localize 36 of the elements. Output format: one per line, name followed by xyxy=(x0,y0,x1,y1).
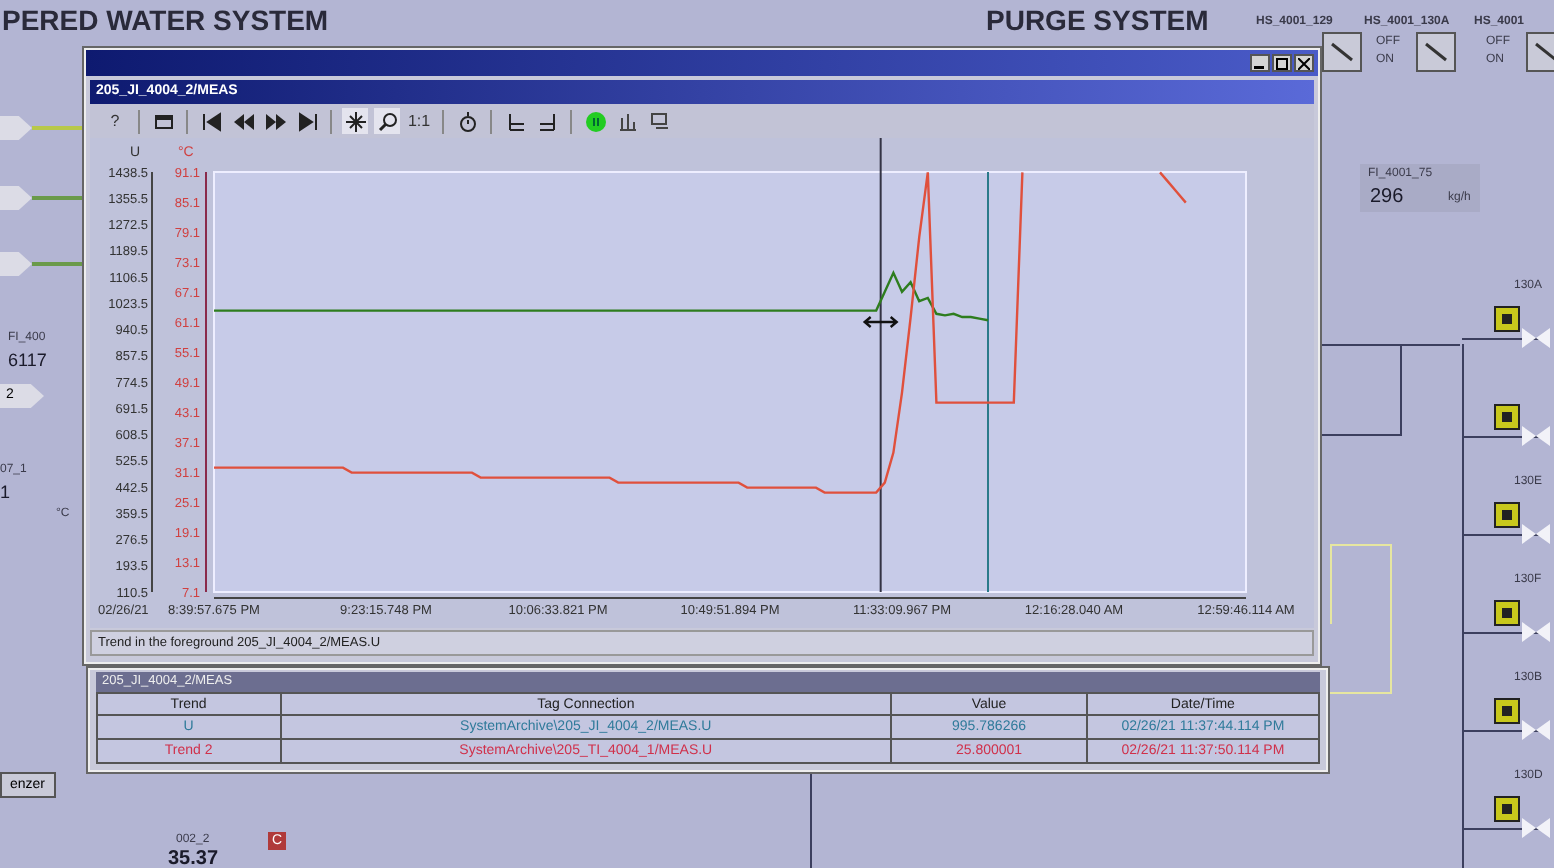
close-icon xyxy=(1298,57,1310,69)
rewind-icon[interactable] xyxy=(230,108,256,134)
toggle-switch[interactable] xyxy=(1416,32,1456,72)
lock-icon[interactable] xyxy=(1494,698,1520,724)
temp-value: 1 xyxy=(0,482,11,502)
maximize-button[interactable] xyxy=(1272,54,1292,72)
ruler-right-icon[interactable] xyxy=(534,108,560,134)
skip-back-icon[interactable] xyxy=(198,108,224,134)
lock-icon[interactable] xyxy=(1494,502,1520,528)
lock-icon[interactable] xyxy=(1494,600,1520,626)
flow-value: 296 xyxy=(1370,186,1404,208)
help-button[interactable]: ? xyxy=(102,108,128,134)
toggle-switch[interactable] xyxy=(1322,32,1362,72)
zoom-area-icon[interactable] xyxy=(342,108,368,134)
lock-icon[interactable] xyxy=(1494,796,1520,822)
search-icon[interactable] xyxy=(374,108,400,134)
ruler-line[interactable] xyxy=(879,138,882,593)
tag-value: 35.37 xyxy=(168,848,219,868)
lever-icon xyxy=(1330,42,1354,62)
maximize-icon xyxy=(1276,57,1288,69)
flow-value: 6117 xyxy=(8,350,47,370)
lever-icon xyxy=(1424,42,1448,62)
start-stop-icon[interactable] xyxy=(582,108,608,134)
lock-icon[interactable] xyxy=(1494,404,1520,430)
skip-forward-icon[interactable] xyxy=(294,108,320,134)
close-button[interactable] xyxy=(1294,54,1314,72)
system-title: PERED WATER SYSTEM xyxy=(2,4,329,36)
minimize-button[interactable] xyxy=(1250,54,1270,72)
double-arrow-icon[interactable] xyxy=(862,315,899,329)
zoom-reset-button[interactable]: 1:1 xyxy=(406,108,432,134)
stopwatch-icon[interactable] xyxy=(454,108,480,134)
system-title: PURGE SYSTEM xyxy=(986,4,1209,36)
toggle-switch[interactable] xyxy=(1526,32,1554,72)
lock-icon[interactable] xyxy=(1494,306,1520,332)
lever-icon xyxy=(1534,42,1554,62)
fast-forward-icon[interactable] xyxy=(262,108,288,134)
